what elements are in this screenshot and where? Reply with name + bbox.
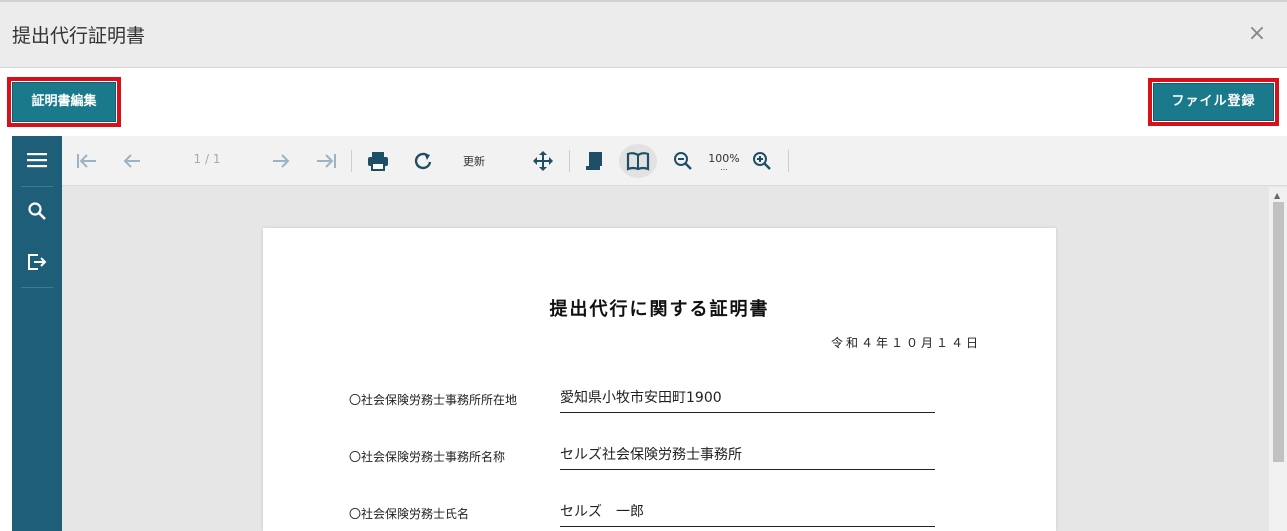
- document-title: 提出代行に関する証明書: [549, 299, 770, 320]
- toolbar-divider: [351, 150, 352, 172]
- scroll-up-icon[interactable]: ▲: [1274, 191, 1280, 200]
- previous-page-icon[interactable]: [120, 144, 144, 178]
- field-label: 〇社会保険労務士事務所所在地: [349, 393, 518, 407]
- page-indicator[interactable]: 1 / 1: [182, 152, 232, 166]
- first-page-icon[interactable]: [74, 144, 100, 178]
- last-page-icon[interactable]: [313, 144, 339, 178]
- dialog-header: 提出代行証明書 ×: [0, 0, 1287, 68]
- scroll-thumb[interactable]: [1273, 202, 1284, 462]
- single-page-icon[interactable]: [580, 144, 608, 178]
- toolbar-divider: [569, 150, 570, 172]
- print-icon[interactable]: [364, 144, 392, 178]
- viewer-sidebar: [12, 136, 62, 531]
- zoom-out-icon[interactable]: [669, 144, 697, 178]
- vertical-scrollbar[interactable]: ▲: [1269, 187, 1287, 531]
- field-label: 〇社会保険労務士事務所名称: [349, 450, 506, 464]
- search-icon[interactable]: [12, 187, 62, 235]
- field-row: 〇社会保険労務士氏名 セルズ 一郎: [349, 499, 949, 527]
- next-page-icon[interactable]: [269, 144, 293, 178]
- menu-icon[interactable]: [12, 136, 62, 184]
- field-row: 〇社会保険労務士事務所名称 セルズ社会保険労務士事務所: [349, 442, 949, 470]
- field-row: 〇社会保険労務士事務所所在地 愛知県小牧市安田町1900: [349, 385, 949, 413]
- book-view-icon[interactable]: [619, 144, 657, 178]
- viewer-toolbar: 1 / 1 更新 100% ...: [62, 136, 1287, 186]
- field-label: 〇社会保険労務士氏名: [349, 507, 470, 521]
- pan-icon[interactable]: [529, 144, 557, 178]
- document-page: 提出代行に関する証明書 令和４年１０月１４日 〇社会保険労務士事務所所在地 愛知…: [263, 228, 1056, 531]
- field-value: 愛知県小牧市安田町1900: [560, 387, 935, 413]
- dialog-title: 提出代行証明書: [12, 25, 146, 47]
- action-bar: 証明書編集 ファイル登録: [0, 68, 1287, 134]
- toolbar-divider: [788, 150, 789, 172]
- field-value: セルズ 一郎: [560, 501, 935, 527]
- document-date: 令和４年１０月１４日: [830, 336, 981, 350]
- refresh-button[interactable]: 更新: [454, 144, 494, 178]
- close-icon[interactable]: ×: [1245, 22, 1269, 46]
- refresh-label: 更新: [463, 155, 485, 168]
- reload-icon[interactable]: [409, 144, 437, 178]
- edit-certificate-button[interactable]: 証明書編集: [12, 82, 116, 122]
- register-file-button[interactable]: ファイル登録: [1153, 83, 1274, 121]
- zoom-level[interactable]: 100% ...: [706, 144, 742, 178]
- report-viewer: 1 / 1 更新 100% ... ▲ 提出代行に関する証明書 令和４年１０月１…: [12, 136, 1287, 531]
- zoom-dropdown-dots: ...: [720, 162, 728, 172]
- sidebar-divider: [21, 287, 53, 288]
- zoom-in-icon[interactable]: [748, 144, 776, 178]
- export-icon[interactable]: [12, 238, 62, 286]
- field-value: セルズ社会保険労務士事務所: [560, 444, 935, 470]
